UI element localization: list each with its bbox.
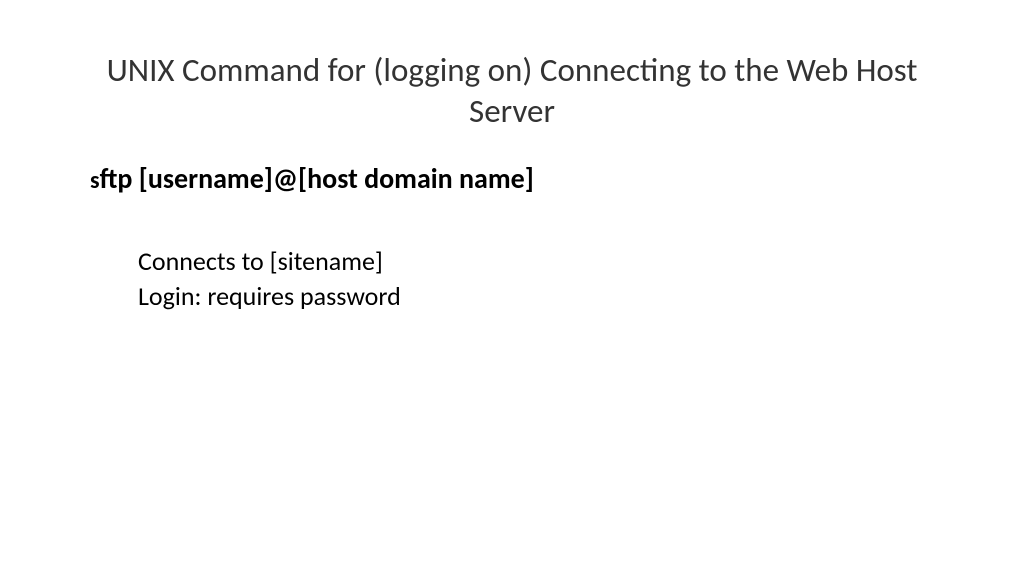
command-syntax: sftp [username]@[host domain name] <box>90 161 934 196</box>
command-prefix: s <box>90 166 100 195</box>
slide-title: UNIX Command for (logging on) Connecting… <box>90 50 934 133</box>
description-line-1: Connects to [sitename] <box>138 244 934 279</box>
command-description: Connects to [sitename] Login: requires p… <box>90 244 934 314</box>
description-line-2: Login: requires password <box>138 279 934 314</box>
slide-content: UNIX Command for (logging on) Connecting… <box>0 0 1024 576</box>
command-rest: ftp [username]@[host domain name] <box>100 161 534 196</box>
